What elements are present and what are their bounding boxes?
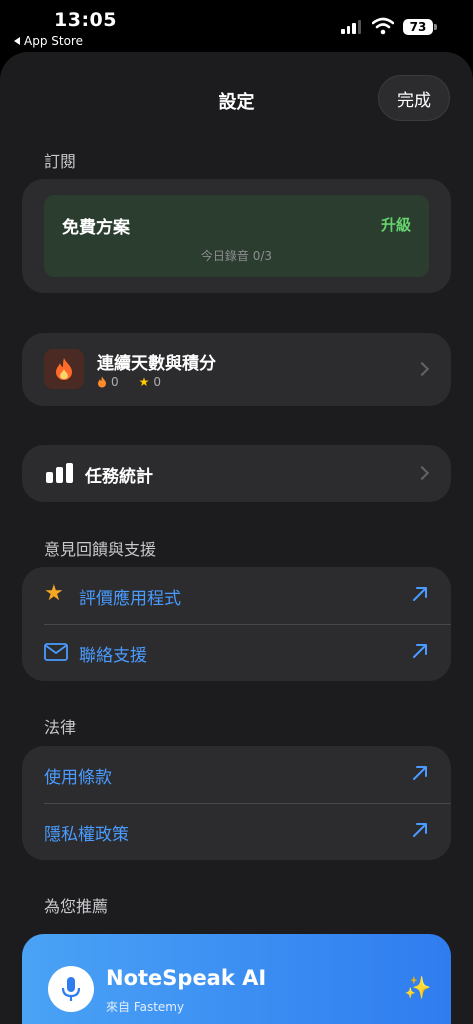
envelope-icon [44,643,68,661]
sparkle-icon: ✨ [404,976,432,1001]
rate-app-label: 評價應用程式 [79,589,181,609]
rate-app-row[interactable]: ★ 評價應用程式 [22,567,451,624]
subscription-card: 免費方案 升級 今日錄音 0/3 [22,179,451,293]
cellular-signal-icon [341,20,361,34]
terms-of-use-row[interactable]: 使用條款 [22,746,451,803]
microphone-icon [48,966,94,1012]
wifi-icon [372,17,394,35]
small-fire-icon [98,376,106,388]
bar-chart-icon [46,463,73,483]
done-button[interactable]: 完成 [378,75,450,121]
plan-panel[interactable]: 免費方案 升級 今日錄音 0/3 [44,195,429,277]
streak-count: 0 [111,375,119,389]
upgrade-button[interactable]: 升級 [381,214,411,235]
legal-card: 使用條款 隱私權政策 [22,746,451,860]
streak-summary: 0 ★ 0 [97,375,161,389]
external-link-arrow-icon [413,766,427,780]
back-arrow-icon [14,37,20,45]
contact-support-label: 聯絡支援 [79,646,147,666]
streak-title: 連續天數與積分 [97,354,216,374]
plan-name: 免費方案 [62,218,130,238]
privacy-policy-label: 隱私權政策 [44,825,129,845]
task-stats-title: 任務統計 [85,467,153,487]
star-icon: ★ [44,581,64,606]
terms-of-use-label: 使用條款 [44,768,112,788]
promo-app-name: NoteSpeak AI [106,966,267,990]
external-link-arrow-icon [413,823,427,837]
feedback-section-header: 意見回饋與支援 [44,540,157,559]
recommended-section-header: 為您推薦 [44,897,109,916]
feedback-card: ★ 評價應用程式 聯絡支援 [22,567,451,681]
legal-section-header: 法律 [44,718,77,737]
chevron-right-icon [414,361,430,377]
external-link-arrow-icon [413,587,427,601]
task-stats-row[interactable]: 任務統計 [22,445,451,502]
chevron-right-icon [414,465,430,481]
external-link-arrow-icon [413,644,427,658]
subscription-section-header: 訂閱 [44,152,77,171]
streak-points-row[interactable]: 連續天數與積分 0 ★ 0 [22,333,451,406]
status-time: 13:05 [54,9,117,31]
small-star-icon: ★ [138,375,150,389]
back-to-app-store-link[interactable]: App Store [14,34,83,48]
back-app-label: App Store [24,34,83,48]
contact-support-row[interactable]: 聯絡支援 [22,624,451,681]
privacy-policy-row[interactable]: 隱私權政策 [22,803,451,860]
battery-indicator: 73 [403,19,433,35]
battery-tip [434,24,437,30]
streak-fire-icon [44,349,84,389]
status-bar: 13:05 App Store 73 [0,0,473,52]
points-count: 0 [153,375,162,389]
promo-developer: 來自 Fastemy [106,1000,185,1014]
recording-usage: 今日錄音 0/3 [200,249,273,263]
notespeak-promo-card[interactable]: NoteSpeak AI 來自 Fastemy ✨ [22,934,451,1024]
settings-sheet: 設定 完成 訂閱 免費方案 升級 今日錄音 0/3 連續天數與積分 0 ★ 0 [0,52,473,1024]
